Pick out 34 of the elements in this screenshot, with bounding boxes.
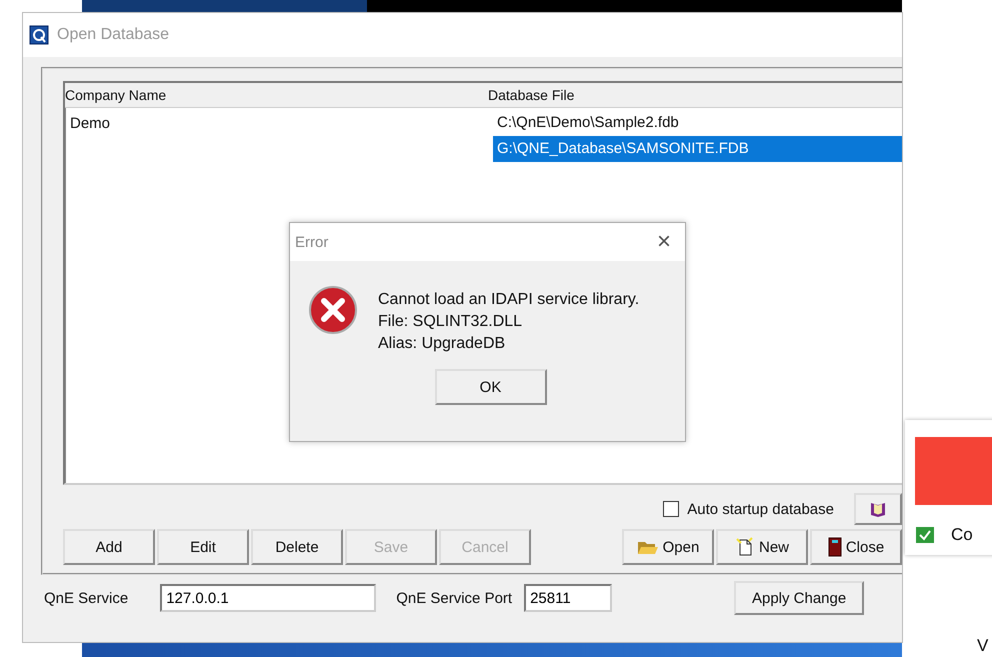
toolbar-button[interactable]: Delete <box>251 529 343 565</box>
service-field[interactable]: 127.0.0.1 <box>160 584 376 612</box>
door-icon <box>828 537 842 557</box>
ok-button[interactable]: OK <box>434 369 546 405</box>
error-message: Cannot load an IDAPI service library. <box>378 290 640 310</box>
checkbox[interactable] <box>663 501 680 517</box>
close-button[interactable]: × <box>656 228 671 256</box>
window-title: Open Database <box>57 26 170 44</box>
file-cell[interactable]: C:\QnE\Demo\Sample2.fdb <box>493 110 902 136</box>
toolbar-button[interactable]: Add <box>63 529 155 565</box>
error-icon <box>308 285 358 335</box>
port-label: QnE Service Port <box>396 590 512 606</box>
apply-button[interactable]: Apply Change <box>734 581 864 615</box>
port-field[interactable]: 25811 <box>524 584 612 612</box>
company-cell[interactable]: Demo <box>70 114 110 132</box>
file-cell[interactable]: G:\QNE_Database\SAMSONITE.FDB <box>493 136 902 162</box>
book-icon <box>869 500 887 518</box>
service-label: QnE Service <box>44 590 128 606</box>
column-header: Company Name <box>65 87 168 103</box>
check-icon <box>915 526 935 544</box>
open-button[interactable]: Open <box>622 529 714 565</box>
app-icon <box>29 25 49 45</box>
column-header: Database File <box>488 87 574 103</box>
close-button[interactable]: Close <box>810 529 902 565</box>
error-message: Alias: UpgradeDB <box>378 334 506 354</box>
book-button[interactable] <box>854 493 902 525</box>
checkbox-label[interactable]: Auto startup database <box>687 500 834 518</box>
document-icon <box>734 537 755 557</box>
new-button[interactable]: New <box>716 529 808 565</box>
notification-text: Co <box>951 525 973 545</box>
dialog-title: Error <box>295 234 328 250</box>
toolbar-button[interactable]: Edit <box>157 529 249 565</box>
error-message: File: SQLINT32.DLL <box>378 312 524 332</box>
cut-text: V <box>977 636 988 655</box>
